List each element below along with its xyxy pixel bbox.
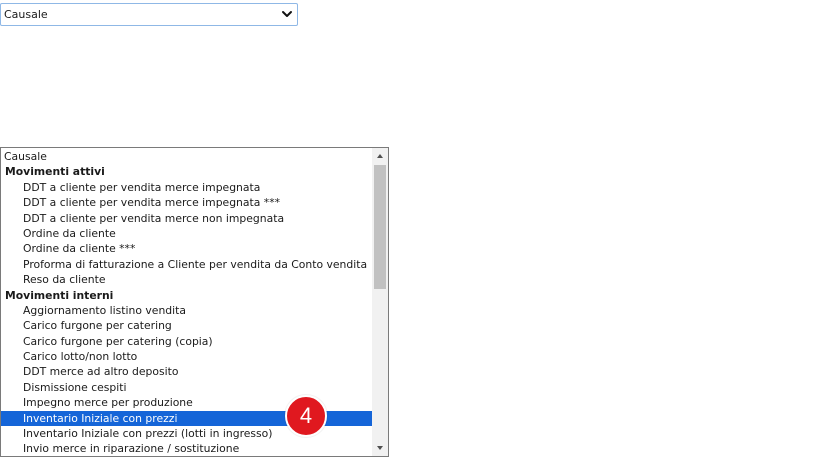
step-badge: 4 [285, 395, 327, 437]
scroll-thumb[interactable] [374, 165, 386, 289]
causale-listbox[interactable]: Causale Movimenti attivi DDT a cliente per… [0, 147, 389, 457]
causale-select[interactable]: Causale [0, 3, 298, 26]
optgroup-label: Movimenti attivi [5, 165, 105, 179]
chevron-down-icon [282, 11, 292, 17]
list-option[interactable]: Causale [1, 149, 372, 164]
optgroup-label: Movimenti interni [5, 288, 114, 302]
list-option[interactable]: Proforma di fatturazione a Cliente per v… [1, 257, 372, 272]
scroll-up-icon[interactable] [372, 148, 388, 164]
scroll-down-icon[interactable] [372, 440, 388, 456]
list-option[interactable]: Invio merce in riparazione / sostituzion… [1, 441, 372, 456]
list-option[interactable]: Ordine da cliente *** [1, 241, 372, 256]
list-option[interactable]: Aggiornamento listino vendita [1, 303, 372, 318]
list-option[interactable]: DDT a cliente per vendita merce impegnat… [1, 180, 372, 195]
list-option[interactable]: Carico furgone per catering [1, 318, 372, 333]
list-option[interactable]: DDT a cliente per vendita merce impegnat… [1, 195, 372, 210]
list-option[interactable]: Ordine da cliente [1, 226, 372, 241]
list-option[interactable]: Carico lotto/non lotto [1, 349, 372, 364]
scrollbar[interactable] [372, 148, 388, 456]
list-option[interactable]: Dismissione cespiti [1, 380, 372, 395]
list-option[interactable]: DDT a cliente per vendita merce non impe… [1, 211, 372, 226]
list-option[interactable]: DDT merce ad altro deposito [1, 364, 372, 379]
page: Causale Causale Movimenti attivi DDT a cli… [0, 0, 836, 457]
select-value: Causale [4, 8, 48, 21]
list-option[interactable]: Carico furgone per catering (copia) [1, 334, 372, 349]
list-option[interactable]: Reso da cliente [1, 272, 372, 287]
